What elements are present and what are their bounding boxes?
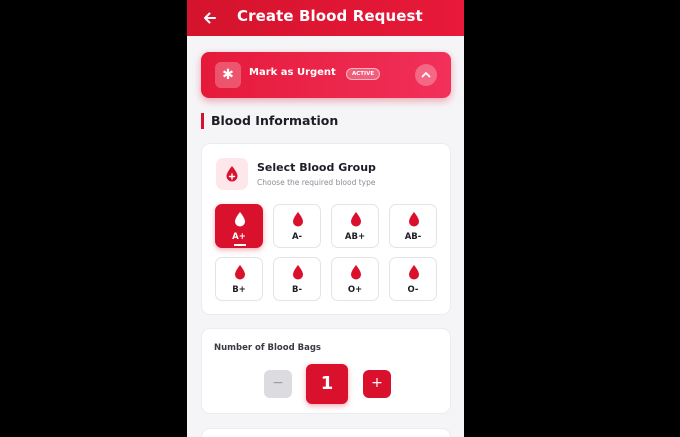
section-heading: Blood Information (201, 113, 338, 129)
blood-group-option[interactable]: A+ (215, 204, 263, 248)
blood-bags-card: Number of Blood Bags − 1 + (201, 328, 451, 414)
blood-group-option[interactable]: AB- (389, 204, 437, 248)
blood-group-option[interactable]: O+ (331, 257, 379, 301)
asterisk-icon: ✱ (215, 62, 241, 88)
page-title: Create Blood Request (237, 7, 423, 25)
blood-drop-icon (293, 212, 303, 227)
blood-group-option[interactable]: B- (273, 257, 321, 301)
card-title: Select Blood Group (257, 161, 376, 174)
arrow-left-icon (204, 12, 216, 24)
blood-drop-icon (351, 265, 361, 280)
blood-group-label: AB- (404, 232, 422, 242)
bags-label: Number of Blood Bags (214, 343, 321, 353)
blood-drop-icon (235, 265, 245, 280)
blood-group-option[interactable]: AB+ (331, 204, 379, 248)
blood-group-label: B+ (232, 285, 246, 295)
increment-button[interactable]: + (363, 370, 391, 398)
blood-drop-icon (351, 212, 361, 227)
status-badge: ACTIVE (346, 68, 381, 80)
blood-group-label: O+ (347, 285, 363, 295)
blood-drop-icon (216, 158, 248, 190)
urgent-toggle-card[interactable]: ✱ Mark as Urgent ACTIVE (201, 52, 451, 98)
blood-drop-icon (235, 212, 245, 227)
blood-group-option[interactable]: A- (273, 204, 321, 248)
back-button[interactable] (199, 7, 221, 29)
bag-count: 1 (306, 364, 348, 404)
blood-drop-icon (293, 265, 303, 280)
blood-group-label: A- (291, 232, 303, 242)
blood-group-label: A+ (232, 232, 246, 242)
blood-group-option[interactable]: B+ (215, 257, 263, 301)
blood-group-grid: A+ A- AB+ AB- B+ B- O+ O- (215, 204, 439, 304)
urgent-label: Mark as Urgent (249, 67, 336, 78)
selected-indicator (234, 244, 246, 246)
app-header: Create Blood Request (187, 0, 464, 36)
blood-group-label: O- (407, 285, 419, 295)
card-subtitle: Choose the required blood type (257, 178, 376, 187)
app-screen: Create Blood Request ✱ Mark as Urgent AC… (187, 0, 464, 437)
blood-group-option[interactable]: O- (389, 257, 437, 301)
blood-group-label: B- (291, 285, 302, 295)
chevron-up-icon (421, 72, 431, 78)
blood-group-label: AB+ (344, 232, 366, 242)
next-section-card (201, 428, 451, 437)
blood-group-card: Select Blood Group Choose the required b… (201, 143, 451, 315)
collapse-button[interactable] (415, 64, 437, 86)
blood-drop-icon (409, 265, 419, 280)
decrement-button[interactable]: − (264, 370, 292, 398)
blood-drop-icon (409, 212, 419, 227)
